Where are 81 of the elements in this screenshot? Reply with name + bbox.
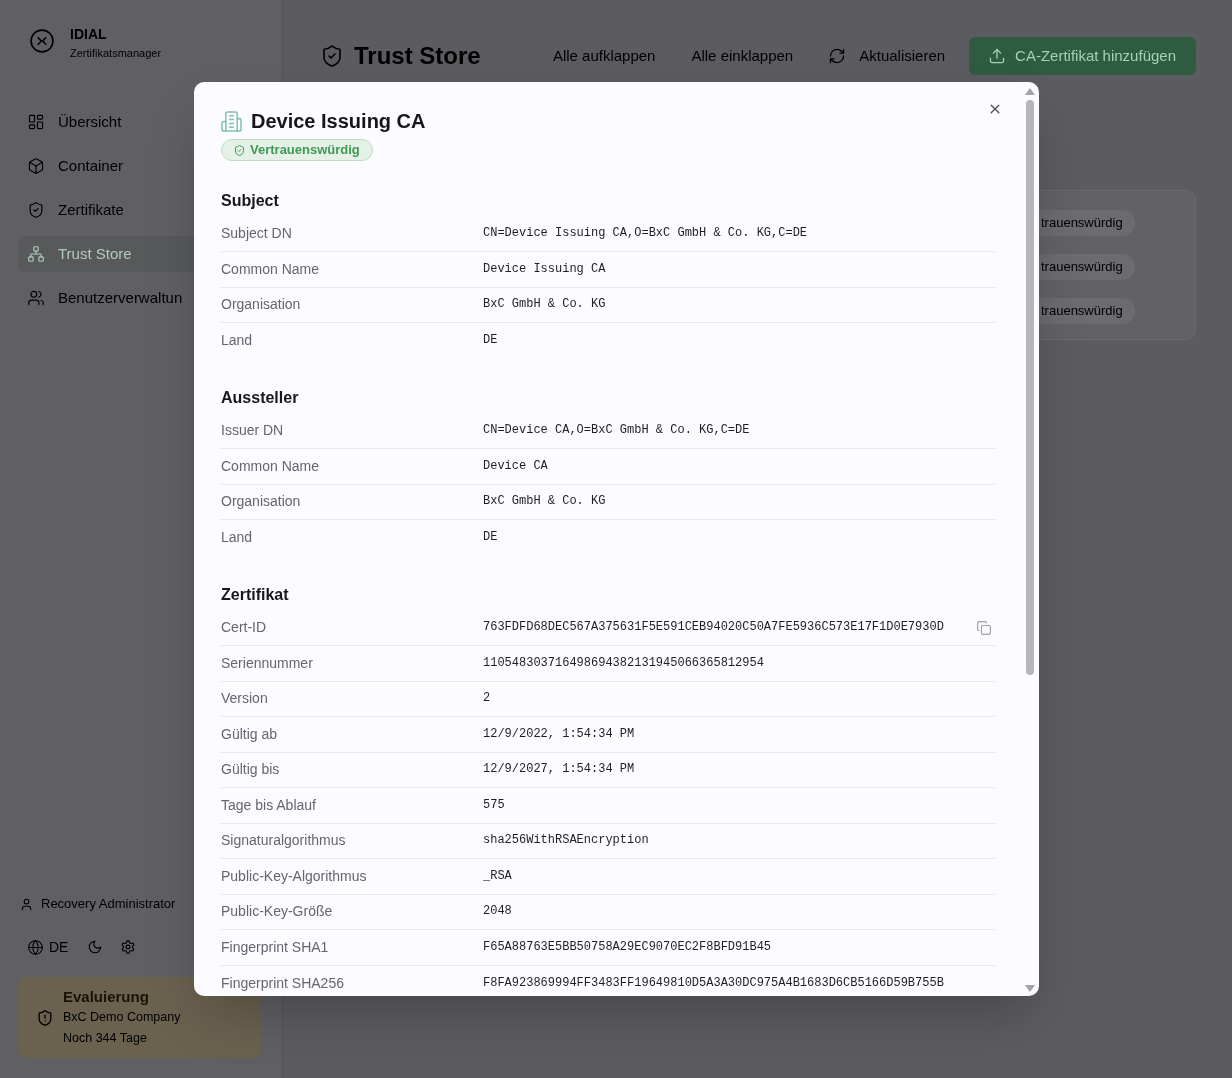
user-icon <box>20 897 33 911</box>
shield-check-icon <box>321 45 343 67</box>
user-name: Recovery Administrator <box>41 895 176 914</box>
field-label: Organisation <box>221 296 302 314</box>
section-heading: Subject <box>221 190 280 211</box>
field-value: BxC GmbH & Co. KG <box>483 494 606 510</box>
field-value: 2048 <box>483 904 512 920</box>
field-label: Land <box>221 332 254 350</box>
field-value: Device Issuing CA <box>483 261 606 277</box>
nav-item[interactable]: Container <box>18 148 194 184</box>
shield-alert-icon <box>37 1009 53 1026</box>
refresh-button[interactable]: Aktualisieren <box>817 37 958 75</box>
close-icon <box>988 102 1002 116</box>
field-value: _RSA <box>483 868 512 884</box>
cube-icon <box>28 158 44 174</box>
section-heading: Zertifikat <box>221 584 290 605</box>
field-label: Gültig bis <box>221 761 281 779</box>
field-label: Fingerprint SHA1 <box>221 938 330 956</box>
field-label: Public-Key-Algorithmus <box>221 867 368 885</box>
field-value: F65A88763E5BB50758A29EC9070EC2F8BFD91B45 <box>483 939 772 955</box>
field-value: 575 <box>483 797 505 813</box>
field-label: Seriennummer <box>221 654 314 672</box>
field-value: F8FA923869994FF3483FF19649810D5A3A30DC975A4B1683D6CB5166D59B755B <box>483 975 944 991</box>
field-label: Land <box>221 529 254 547</box>
field-value: 763FDFD68DEC567A375631F5E591CEB94020C50A7FE5936C573E17F1D0E7930D <box>483 620 944 636</box>
field-label: Issuer DN <box>221 422 285 440</box>
settings-icon[interactable] <box>121 940 136 954</box>
add-ca-certificate-button[interactable]: CA-Zertifikat hinzufügen <box>969 37 1196 75</box>
field-value: CN=Device Issuing CA,O=BxC GmbH & Co. KG,C=DE <box>483 226 808 242</box>
logo-icon <box>30 29 54 53</box>
field-value: 12/9/2022, 1:54:34 PM <box>483 726 635 742</box>
field-value: Device CA <box>483 458 548 474</box>
field-value: 2 <box>483 691 491 707</box>
field-label: Common Name <box>221 457 321 475</box>
field-value: DE <box>483 530 498 546</box>
page-title: Trust Store <box>354 41 481 71</box>
scroll-up-arrow-icon[interactable] <box>1025 88 1035 95</box>
field-value: 12/9/2027, 1:54:34 PM <box>483 762 635 778</box>
language-button[interactable]: DE <box>28 936 69 958</box>
company-name: BxC Demo Company <box>63 1009 181 1026</box>
field-label: Version <box>221 690 269 708</box>
field-label: Fingerprint SHA256 <box>221 974 345 992</box>
field-value: CN=Device CA,O=BxC GmbH & Co. KG,C=DE <box>483 423 750 439</box>
moon-icon[interactable] <box>88 940 103 954</box>
nav-item[interactable]: Übersicht <box>18 104 194 140</box>
building-icon <box>221 110 242 132</box>
evaluation-title: Evaluierung <box>63 987 150 1007</box>
toolbar-button[interactable]: Alle aufklappen <box>540 37 668 75</box>
status-text: Vertrauenswürdig <box>250 141 360 160</box>
section-heading: Aussteller <box>221 387 300 408</box>
field-label: Cert-ID <box>221 619 268 637</box>
field-label: Organisation <box>221 493 302 511</box>
field-label: Gültig ab <box>221 725 279 743</box>
field-value: sha256WithRSAEncryption <box>483 833 649 849</box>
status-badge: trauenswürdig <box>1039 254 1135 280</box>
network-icon <box>28 246 44 262</box>
scrollbar-thumb[interactable] <box>1026 100 1034 675</box>
remaining-days: Noch 344 Tage <box>63 1028 181 1049</box>
app-subtitle: Zertifikatsmanager <box>70 46 162 60</box>
shield-check-icon <box>28 202 44 218</box>
field-value: DE <box>483 333 498 349</box>
users-icon <box>28 290 44 306</box>
dashboard-icon <box>28 114 44 130</box>
toolbar-button[interactable]: Alle einklappen <box>679 37 806 75</box>
upload-icon <box>989 48 1006 64</box>
globe-icon <box>28 939 43 955</box>
field-label: Public-Key-Größe <box>221 903 334 921</box>
app-title: IDIAL <box>70 25 108 44</box>
dialog-title: Device Issuing CA <box>251 109 426 134</box>
scroll-down-arrow-icon[interactable] <box>1025 985 1035 992</box>
field-label: Signaturalgorithmus <box>221 832 347 850</box>
field-label: Tage bis Ablauf <box>221 796 317 814</box>
status-badge: trauenswürdig <box>1039 298 1135 324</box>
status-badge: trauenswürdig <box>1039 210 1135 236</box>
nav-item[interactable]: Benutzerverwaltun <box>18 280 194 316</box>
copy-icon[interactable] <box>977 620 991 635</box>
shield-check-icon <box>234 144 245 156</box>
field-value: BxC GmbH & Co. KG <box>483 297 606 313</box>
nav-item[interactable]: Zertifikate <box>18 192 194 228</box>
field-value: 110548303716498694382131945066365812954 <box>483 655 764 671</box>
refresh-icon <box>829 48 846 64</box>
